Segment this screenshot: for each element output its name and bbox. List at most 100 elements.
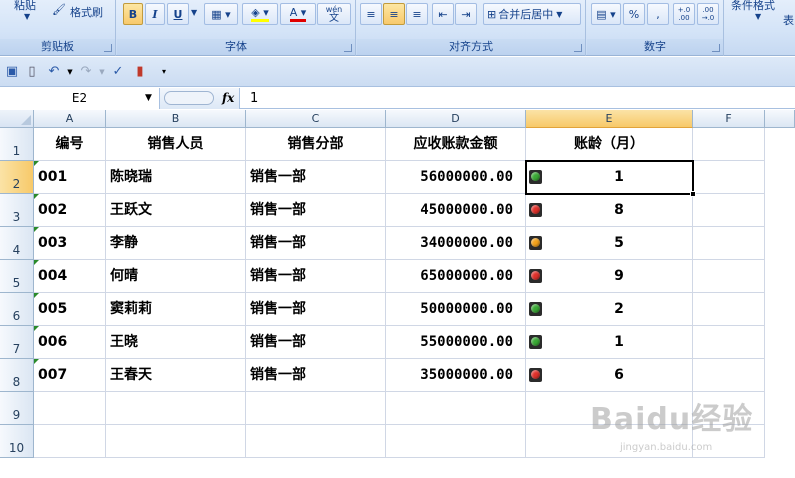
column-header-b[interactable]: B (106, 110, 246, 128)
column-header-d[interactable]: D (386, 110, 526, 128)
aging-cell[interactable]: 2 (526, 293, 693, 326)
empty-cell[interactable] (246, 392, 386, 425)
customize-toolbar-icon[interactable]: ▾ (156, 64, 172, 80)
undo-icon[interactable]: ↶ (46, 64, 62, 80)
id-cell[interactable]: 001 (34, 161, 106, 194)
id-cell[interactable]: 005 (34, 293, 106, 326)
format-painter-button[interactable]: 格式刷 (70, 4, 103, 20)
row-header-7[interactable]: 7 (0, 326, 34, 359)
empty-cell[interactable] (386, 392, 526, 425)
formula-scroll-handle-icon[interactable] (164, 91, 214, 105)
column-header-e[interactable]: E (526, 110, 693, 128)
amount-cell[interactable]: 55000000.00 (386, 326, 526, 359)
align-right-button[interactable]: ≡ (406, 3, 428, 25)
formula-input[interactable]: 1 (246, 88, 786, 109)
amount-cell[interactable]: 56000000.00 (386, 161, 526, 194)
undo-dropdown-icon[interactable]: ▼ (62, 64, 78, 80)
align-center-button[interactable]: ≡ (383, 3, 405, 25)
row-header-3[interactable]: 3 (0, 194, 34, 227)
phonetic-button[interactable]: wén 文 (317, 3, 351, 25)
header-cell[interactable]: 销售分部 (246, 128, 386, 161)
empty-cell[interactable] (106, 425, 246, 458)
empty-cell[interactable] (34, 392, 106, 425)
new-document-icon[interactable]: ▯ (24, 64, 40, 80)
italic-button[interactable]: I (145, 3, 165, 25)
salesperson-cell[interactable]: 王晓 (106, 326, 246, 359)
empty-cell[interactable] (693, 128, 765, 161)
amount-cell[interactable]: 35000000.00 (386, 359, 526, 392)
salesperson-cell[interactable]: 窦莉莉 (106, 293, 246, 326)
row-header-5[interactable]: 5 (0, 260, 34, 293)
id-cell[interactable]: 007 (34, 359, 106, 392)
header-cell[interactable]: 销售人员 (106, 128, 246, 161)
name-box-dropdown-icon[interactable]: ▼ (145, 88, 152, 109)
id-cell[interactable]: 003 (34, 227, 106, 260)
salesperson-cell[interactable]: 李静 (106, 227, 246, 260)
fill-handle[interactable] (690, 191, 696, 197)
empty-cell[interactable] (34, 425, 106, 458)
align-left-button[interactable]: ≡ (360, 3, 382, 25)
header-cell[interactable]: 账龄（月） (526, 128, 693, 161)
empty-cell[interactable] (693, 293, 765, 326)
empty-cell[interactable] (693, 260, 765, 293)
font-launcher-icon[interactable] (344, 44, 352, 52)
empty-cell[interactable] (386, 425, 526, 458)
chart-icon[interactable]: ▮ (132, 64, 148, 80)
id-cell[interactable]: 002 (34, 194, 106, 227)
id-cell[interactable]: 006 (34, 326, 106, 359)
aging-cell[interactable]: 1 (526, 326, 693, 359)
amount-cell[interactable]: 65000000.00 (386, 260, 526, 293)
number-launcher-icon[interactable] (712, 44, 720, 52)
salesperson-cell[interactable]: 王春天 (106, 359, 246, 392)
column-header-f[interactable]: F (693, 110, 765, 128)
empty-cell[interactable] (693, 359, 765, 392)
aging-cell[interactable]: 8 (526, 194, 693, 227)
row-header-4[interactable]: 4 (0, 227, 34, 260)
merge-center-button[interactable]: ⊞ 合并后居中 ▼ (483, 3, 581, 25)
department-cell[interactable]: 销售一部 (246, 227, 386, 260)
accounting-format-button[interactable]: ▤ ▾ (591, 3, 621, 25)
increase-decimal-button[interactable]: +.0 .00 (673, 3, 695, 25)
salesperson-cell[interactable]: 王跃文 (106, 194, 246, 227)
row-header-8[interactable]: 8 (0, 359, 34, 392)
row-header-6[interactable]: 6 (0, 293, 34, 326)
format-as-table-button[interactable]: 表 (783, 12, 794, 28)
decrease-decimal-button[interactable]: .00 →.0 (697, 3, 719, 25)
row-header-1[interactable]: 1 (0, 128, 34, 161)
increase-indent-button[interactable]: ⇥ (455, 3, 477, 25)
department-cell[interactable]: 销售一部 (246, 359, 386, 392)
row-header-9[interactable]: 9 (0, 392, 34, 425)
empty-cell[interactable] (693, 194, 765, 227)
name-box[interactable]: E2 (0, 88, 160, 109)
percent-button[interactable]: % (623, 3, 645, 25)
empty-cell[interactable] (693, 326, 765, 359)
conditional-format-button[interactable]: 条件格式 (731, 0, 775, 13)
alignment-launcher-icon[interactable] (574, 44, 582, 52)
format-painter-icon[interactable]: 🖌 (52, 3, 66, 16)
department-cell[interactable]: 销售一部 (246, 194, 386, 227)
empty-cell[interactable] (693, 161, 765, 194)
salesperson-cell[interactable]: 何晴 (106, 260, 246, 293)
redo-icon[interactable]: ↷ (78, 64, 94, 80)
save-icon[interactable]: ▣ (4, 64, 20, 80)
header-cell[interactable]: 编号 (34, 128, 106, 161)
select-all-button[interactable] (0, 110, 34, 128)
department-cell[interactable]: 销售一部 (246, 293, 386, 326)
underline-button[interactable]: U (167, 3, 189, 25)
clipboard-launcher-icon[interactable] (104, 44, 112, 52)
conditional-format-dropdown-icon[interactable]: ▼ (755, 12, 761, 21)
underline-dropdown-icon[interactable]: ▼ (191, 8, 197, 17)
aging-cell[interactable]: 9 (526, 260, 693, 293)
department-cell[interactable]: 销售一部 (246, 260, 386, 293)
bold-button[interactable]: B (123, 3, 143, 25)
aging-cell[interactable]: 1 (526, 161, 693, 194)
salesperson-cell[interactable]: 陈晓瑞 (106, 161, 246, 194)
empty-cell[interactable] (693, 227, 765, 260)
amount-cell[interactable]: 50000000.00 (386, 293, 526, 326)
paste-dropdown-icon[interactable]: ▼ (24, 12, 30, 21)
amount-cell[interactable]: 45000000.00 (386, 194, 526, 227)
department-cell[interactable]: 销售一部 (246, 326, 386, 359)
column-header-c[interactable]: C (246, 110, 386, 128)
aging-cell[interactable]: 6 (526, 359, 693, 392)
decrease-indent-button[interactable]: ⇤ (432, 3, 454, 25)
